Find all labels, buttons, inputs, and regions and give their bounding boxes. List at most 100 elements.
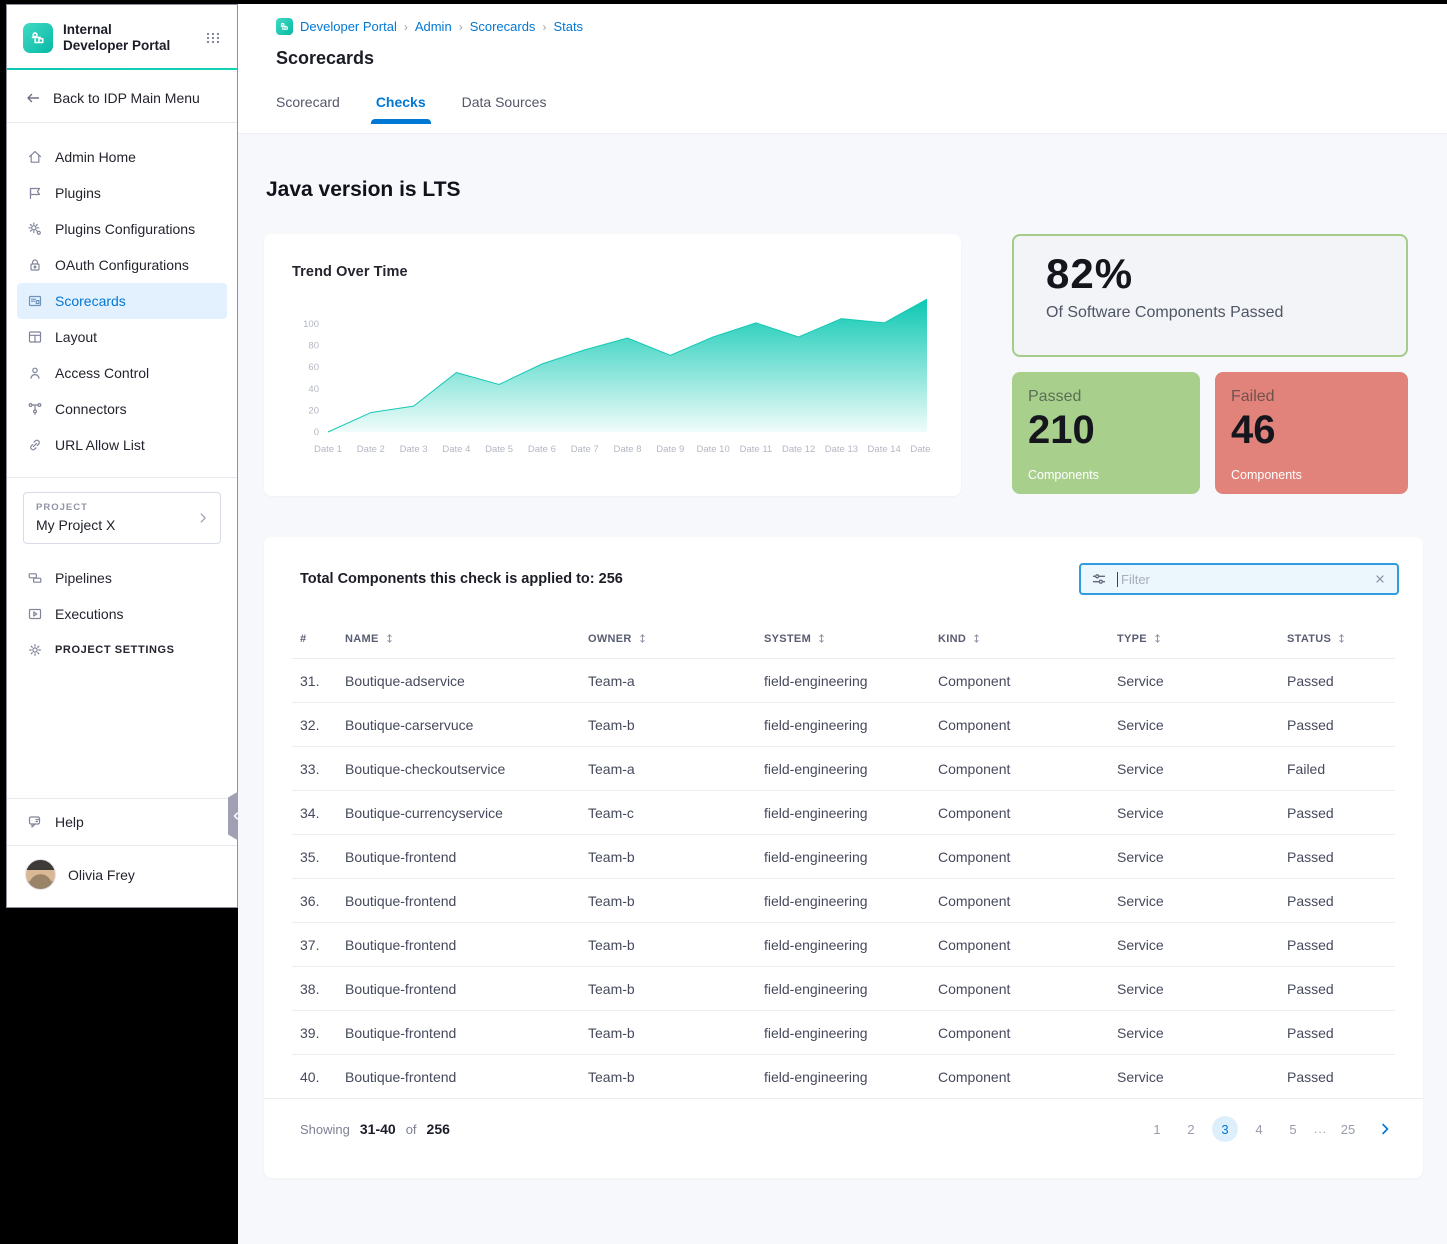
svg-text:Date 10: Date 10 (696, 444, 729, 455)
page-1[interactable]: 1 (1144, 1116, 1170, 1142)
table-row[interactable]: 32.Boutique-carservuceTeam-bfield-engine… (292, 703, 1395, 747)
tab-scorecard[interactable]: Scorecard (276, 94, 340, 124)
sidebar-item-label: Access Control (55, 365, 149, 381)
summary-column: 82% Of Software Components Passed Passed… (1012, 234, 1408, 494)
column-label: # (300, 633, 306, 645)
cell-system: field-engineering (764, 761, 938, 777)
cell-num: 34. (300, 805, 345, 821)
divider (7, 477, 237, 478)
breadcrumb-stats[interactable]: Stats (553, 19, 583, 34)
sort-icon (1152, 633, 1163, 644)
breadcrumb-admin[interactable]: Admin (415, 19, 452, 34)
sidebar-item-oauth-configurations[interactable]: OAuth Configurations (17, 247, 227, 283)
lock-icon (27, 257, 43, 273)
page-header: Developer Portal › Admin › Scorecards › … (238, 4, 1447, 134)
project-name: My Project X (36, 517, 208, 533)
table-row[interactable]: 31.Boutique-adserviceTeam-afield-enginee… (292, 659, 1395, 703)
breadcrumb-scorecards[interactable]: Scorecards (470, 19, 536, 34)
cell-status: Passed (1287, 1025, 1395, 1041)
sort-icon (637, 633, 648, 644)
column-header-num: # (300, 633, 345, 645)
cell-system: field-engineering (764, 673, 938, 689)
column-header-system[interactable]: SYSTEM (764, 633, 938, 645)
svg-text:0: 0 (314, 427, 319, 438)
cell-num: 39. (300, 1025, 345, 1041)
page-3[interactable]: 3 (1212, 1116, 1238, 1142)
sidebar-item-access-control[interactable]: Access Control (17, 355, 227, 391)
next-page-icon[interactable] (1377, 1121, 1393, 1137)
column-header-kind[interactable]: KIND (938, 633, 1117, 645)
cell-name: Boutique-frontend (345, 1025, 588, 1041)
cell-name: Boutique-frontend (345, 981, 588, 997)
sidebar-item-layout[interactable]: Layout (17, 319, 227, 355)
developer-portal-icon (276, 18, 293, 35)
table-row[interactable]: 34.Boutique-currencyserviceTeam-cfield-e… (292, 791, 1395, 835)
back-to-idp-menu[interactable]: Back to IDP Main Menu (7, 70, 237, 122)
sidebar-item-label: Scorecards (55, 293, 126, 309)
table-row[interactable]: 36.Boutique-frontendTeam-bfield-engineer… (292, 879, 1395, 923)
svg-text:Date 7: Date 7 (571, 444, 599, 455)
passed-card: Passed 210 Components (1012, 372, 1200, 494)
table-row[interactable]: 37.Boutique-frontendTeam-bfield-engineer… (292, 923, 1395, 967)
page-25[interactable]: 25 (1335, 1116, 1361, 1142)
column-header-status[interactable]: STATUS (1287, 633, 1395, 645)
cell-kind: Component (938, 761, 1117, 777)
project-selector[interactable]: PROJECT My Project X (23, 492, 221, 544)
sidebar-bottom: Help Olivia Frey (7, 798, 237, 907)
tab-data-sources[interactable]: Data Sources (462, 94, 547, 124)
cell-status: Passed (1287, 673, 1395, 689)
cell-num: 36. (300, 893, 345, 909)
sidebar-item-admin-home[interactable]: Admin Home (17, 139, 227, 175)
pagination: 12345...25 (1144, 1116, 1393, 1142)
sidebar-item-url-allow-list[interactable]: URL Allow List (17, 427, 227, 463)
table-row[interactable]: 35.Boutique-frontendTeam-bfield-engineer… (292, 835, 1395, 879)
sidebar-admin-nav: Admin Home Plugins Plugins Configurations O… (7, 123, 237, 463)
sidebar-item-label: OAuth Configurations (55, 257, 189, 273)
cell-type: Service (1117, 849, 1287, 865)
app-switcher-icon[interactable] (205, 30, 221, 46)
cell-kind: Component (938, 805, 1117, 821)
cell-type: Service (1117, 673, 1287, 689)
page-4[interactable]: 4 (1246, 1116, 1272, 1142)
cell-num: 38. (300, 981, 345, 997)
tab-checks[interactable]: Checks (376, 94, 426, 124)
table-row[interactable]: 38.Boutique-frontendTeam-bfield-engineer… (292, 967, 1395, 1011)
user-menu[interactable]: Olivia Frey (7, 846, 237, 907)
help-item[interactable]: Help (7, 799, 237, 845)
failed-caption: Components (1231, 468, 1392, 482)
sidebar-item-plugins[interactable]: Plugins (17, 175, 227, 211)
cell-kind: Component (938, 1025, 1117, 1041)
column-header-owner[interactable]: OWNER (588, 633, 764, 645)
table-row[interactable]: 33.Boutique-checkoutserviceTeam-afield-e… (292, 747, 1395, 791)
sidebar-item-label: Layout (55, 329, 97, 345)
pipeline-icon (27, 570, 43, 586)
filter-input[interactable]: Filter (1079, 563, 1399, 595)
column-label: SYSTEM (764, 633, 811, 645)
sidebar-item-project-settings[interactable]: PROJECT SETTINGS (17, 632, 227, 668)
failed-value: 46 (1231, 408, 1392, 452)
breadcrumb-developer-portal[interactable]: Developer Portal (300, 19, 397, 34)
column-header-name[interactable]: NAME (345, 633, 588, 645)
svg-text:40: 40 (308, 384, 319, 395)
sidebar-item-connectors[interactable]: Connectors (17, 391, 227, 427)
sidebar-item-scorecards[interactable]: Scorecards (17, 283, 227, 319)
clear-filter-icon[interactable] (1373, 572, 1387, 586)
table-row[interactable]: 40.Boutique-frontendTeam-bfield-engineer… (292, 1055, 1395, 1099)
connector-icon (27, 401, 43, 417)
sidebar-item-plugins-configurations[interactable]: Plugins Configurations (17, 211, 227, 247)
sidebar-item-executions[interactable]: Executions (17, 596, 227, 632)
sidebar-item-pipelines[interactable]: Pipelines (17, 560, 227, 596)
cell-owner: Team-b (588, 1069, 764, 1085)
cell-name: Boutique-frontend (345, 849, 588, 865)
table-row[interactable]: 39.Boutique-frontendTeam-bfield-engineer… (292, 1011, 1395, 1055)
cell-name: Boutique-frontend (345, 893, 588, 909)
page-2[interactable]: 2 (1178, 1116, 1204, 1142)
passed-value: 210 (1028, 408, 1184, 452)
column-header-type[interactable]: TYPE (1117, 633, 1287, 645)
cell-status: Passed (1287, 805, 1395, 821)
chart-title: Trend Over Time (292, 264, 933, 280)
sidebar-item-label: Plugins (55, 185, 101, 201)
page-5[interactable]: 5 (1280, 1116, 1306, 1142)
plugin-icon (27, 185, 43, 201)
sidebar-item-label: URL Allow List (55, 437, 145, 453)
